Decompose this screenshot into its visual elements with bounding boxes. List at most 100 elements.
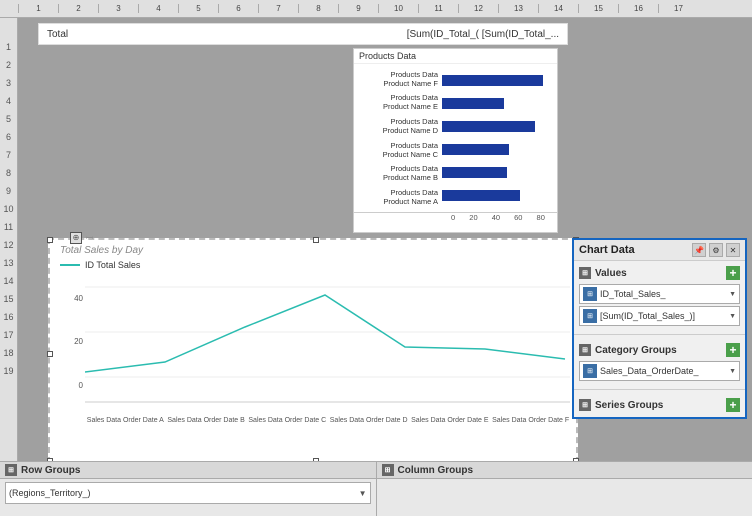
field-icon: ⊞: [583, 309, 597, 323]
category-field-1[interactable]: ⊞ Sales_Data_OrderDate_ ▼: [579, 361, 740, 381]
ruler-tick: 4: [138, 4, 178, 13]
x-label: Sales Data Order Date C: [248, 417, 326, 424]
ruler-left-tick: 13: [0, 254, 17, 272]
selection-handle-bm[interactable]: [313, 458, 319, 461]
values-add-button[interactable]: +: [726, 266, 740, 280]
bar: [442, 98, 504, 109]
bar: [442, 167, 507, 178]
bar: [442, 121, 535, 132]
report-header-row: Total [Sum(ID_Total_( [Sum(ID_Total_...: [38, 23, 568, 45]
report-header-right: [Sum(ID_Total_( [Sum(ID_Total_...: [407, 29, 559, 40]
x-label: Sales Data Order Date D: [330, 417, 408, 424]
bar-chart-xaxis: 0 20 40 60 80: [354, 212, 557, 224]
dropdown-arrow: ▼: [729, 368, 736, 375]
bar-chart-header: Products Data: [354, 49, 557, 64]
selection-handle-tm[interactable]: [313, 237, 319, 243]
bar-chart-header-text: Products Data: [359, 51, 416, 61]
row-groups-value: (Regions_Territory_): [9, 488, 91, 498]
move-cursor-indicator: ⊕ ꟷ: [70, 231, 92, 244]
series-section-title: ⊞ Series Groups: [579, 399, 663, 411]
ruler-left-tick: 9: [0, 182, 17, 200]
bar: [442, 190, 520, 201]
ruler-left-tick: 18: [0, 344, 17, 362]
ruler-left-tick: 5: [0, 110, 17, 128]
series-add-button[interactable]: +: [726, 398, 740, 412]
row-groups-icon: ⊞: [5, 464, 17, 476]
column-groups-header: ⊞ Column Groups: [377, 462, 752, 479]
ruler-top: 1 2 3 4 5 6 7 8 9 10 11 12 13 14 15 16 1…: [0, 0, 752, 18]
ruler-top-ticks: 1 2 3 4 5 6 7 8 9 10 11 12 13 14 15 16 1…: [18, 4, 698, 13]
category-section-title: ⊞ Category Groups: [579, 344, 677, 356]
cursor-label: ꟷ: [85, 231, 92, 244]
ruler-tick: 9: [338, 4, 378, 13]
bar-chart-bars: [442, 67, 554, 209]
series-section-header: ⊞ Series Groups +: [579, 396, 740, 414]
x-tick: 40: [492, 213, 500, 222]
bar-row: [442, 120, 554, 134]
x-tick: 20: [469, 213, 477, 222]
ruler-left-tick: 7: [0, 146, 17, 164]
bar-row: [442, 74, 554, 88]
series-section: ⊞ Series Groups +: [574, 393, 745, 417]
x-tick: 60: [514, 213, 522, 222]
values-section-header: ⊞ Values +: [579, 264, 740, 282]
row-groups-dropdown[interactable]: (Regions_Territory_) ▼: [5, 482, 371, 504]
ruler-tick: 5: [178, 4, 218, 13]
ruler-left: 1 2 3 4 5 6 7 8 9 10 11 12 13 14 15 16 1…: [0, 18, 18, 461]
ruler-tick: 1: [18, 4, 58, 13]
ruler-tick: 17: [658, 4, 698, 13]
field-text: ID_Total_Sales_: [600, 289, 666, 299]
dropdown-arrow: ▼: [359, 489, 367, 498]
settings-button[interactable]: ⚙: [709, 243, 723, 257]
selection-handle-bl[interactable]: [47, 458, 53, 461]
x-tick: 0: [451, 213, 455, 222]
values-field-1-content: ⊞ ID_Total_Sales_: [583, 287, 666, 301]
x-label: Sales Data Order Date B: [167, 417, 244, 424]
close-button[interactable]: ✕: [726, 243, 740, 257]
ruler-tick: 15: [578, 4, 618, 13]
ruler-tick: 16: [618, 4, 658, 13]
field-icon: ⊞: [583, 364, 597, 378]
category-icon: ⊞: [579, 344, 591, 356]
bar: [442, 144, 509, 155]
ruler-tick: 10: [378, 4, 418, 13]
x-label: Sales Data Order Date E: [411, 417, 488, 424]
ruler-left-tick: 6: [0, 128, 17, 146]
line-chart-body: 0 20 40: [50, 272, 576, 417]
values-field-2[interactable]: ⊞ [Sum(ID_Total_Sales_)] ▼: [579, 306, 740, 326]
selection-handle-br[interactable]: [573, 458, 579, 461]
ruler-left-tick: 19: [0, 362, 17, 380]
values-field-1[interactable]: ⊞ ID_Total_Sales_ ▼: [579, 284, 740, 304]
pin-button[interactable]: 📌: [692, 243, 706, 257]
row-groups-content: (Regions_Territory_) ▼: [0, 479, 376, 507]
ruler-left-tick: 17: [0, 326, 17, 344]
legend-label: ID Total Sales: [85, 260, 140, 270]
ruler-left-tick: 8: [0, 164, 17, 182]
values-icon: ⊞: [579, 267, 591, 279]
ruler-left-tick: 2: [0, 56, 17, 74]
selection-handle-tl[interactable]: [47, 237, 53, 243]
bar-chart-labels: Products DataProduct Name F Products Dat…: [357, 67, 442, 209]
y-axis-labels: 0 20 40: [55, 277, 83, 407]
bar-chart-body: Products DataProduct Name F Products Dat…: [354, 64, 557, 212]
category-section: ⊞ Category Groups + ⊞ Sales_Data_OrderDa…: [574, 338, 745, 386]
ruler-left-tick: 11: [0, 218, 17, 236]
line-chart: Total Sales by Day ID Total Sales 0 20 4…: [48, 238, 578, 461]
bar-row: [442, 97, 554, 111]
values-section: ⊞ Values + ⊞ ID_Total_Sales_ ▼ ⊞ [Sum(ID: [574, 261, 745, 331]
bar-row: [442, 143, 554, 157]
column-groups-icon: ⊞: [382, 464, 394, 476]
bar: [442, 75, 543, 86]
bar-row: [442, 166, 554, 180]
bar-label: Products DataProduct Name A: [357, 188, 438, 206]
ruler-tick: 6: [218, 4, 258, 13]
panel-title: Chart Data: [579, 244, 635, 256]
values-label: Values: [595, 268, 627, 279]
bar-chart: Products Data Products DataProduct Name …: [353, 48, 558, 233]
design-canvas[interactable]: Total [Sum(ID_Total_( [Sum(ID_Total_... …: [18, 18, 752, 461]
category-add-button[interactable]: +: [726, 343, 740, 357]
ruler-left-tick: 3: [0, 74, 17, 92]
panel-icon-buttons: 📌 ⚙ ✕: [692, 243, 740, 257]
x-label: Sales Data Order Date F: [492, 417, 569, 424]
row-groups-header: ⊞ Row Groups: [0, 462, 376, 479]
